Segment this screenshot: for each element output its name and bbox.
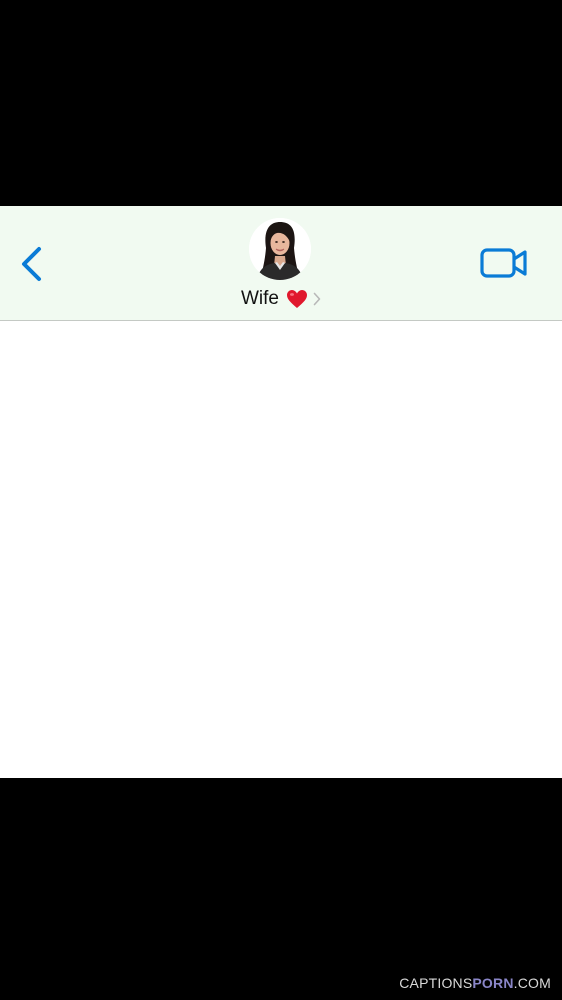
- message-thread[interactable]: [0, 321, 562, 778]
- contact-photo: [249, 218, 311, 280]
- conversation-header: Wife: [0, 206, 562, 321]
- facetime-video-button[interactable]: [479, 244, 531, 282]
- screen: Wife CAPTIONSPORN.COM: [0, 0, 562, 1000]
- chevron-right-icon: [313, 292, 321, 306]
- video-camera-icon: [480, 248, 527, 278]
- avatar[interactable]: [249, 218, 311, 280]
- chevron-left-icon: [22, 247, 41, 281]
- watermark-part2: PORN: [472, 975, 514, 991]
- contact-name-row[interactable]: Wife: [231, 287, 331, 311]
- watermark-part3: .COM: [513, 975, 551, 991]
- messages-screen: Wife: [0, 206, 562, 778]
- heart-icon: [286, 289, 308, 309]
- watermark: CAPTIONSPORN.COM: [399, 975, 551, 991]
- back-button[interactable]: [14, 244, 50, 284]
- contact-details-button[interactable]: Wife: [231, 218, 331, 314]
- contact-name: Wife: [241, 288, 279, 309]
- watermark-part1: CAPTIONS: [399, 975, 473, 991]
